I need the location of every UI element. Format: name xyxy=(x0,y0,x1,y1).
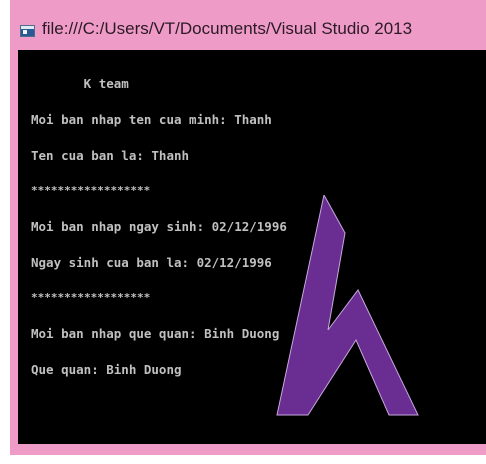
console-text: K team Moi ban nhap ten cua minh: Thanh … xyxy=(31,54,287,400)
window-title: file:///C:/Users/VT/Documents/Visual Stu… xyxy=(42,19,413,38)
window-bottom-border xyxy=(10,444,486,455)
console-line-name-result: Ten cua ban la: Thanh xyxy=(31,148,190,163)
console-window-icon[interactable] xyxy=(20,25,35,37)
console-line-birthdate-result: Ngay sinh cua ban la: 02/12/1996 xyxy=(31,255,272,270)
console-separator: ****************** xyxy=(31,291,151,304)
console-window: file:///C:/Users/VT/Documents/Visual Stu… xyxy=(10,0,486,455)
console-line-header: K team xyxy=(31,76,129,91)
console-output-area[interactable]: K team Moi ban nhap ten cua minh: Thanh … xyxy=(18,50,486,444)
console-line-hometown-result: Que quan: Binh Duong xyxy=(31,362,182,377)
console-line-birthdate-prompt: Moi ban nhap ngay sinh: 02/12/1996 xyxy=(31,219,287,234)
screenshot: file:///C:/Users/VT/Documents/Visual Stu… xyxy=(0,0,486,464)
console-line-name-prompt: Moi ban nhap ten cua minh: Thanh xyxy=(31,112,272,127)
purple-k-logo xyxy=(268,193,428,430)
console-line-hometown-prompt: Moi ban nhap que quan: Binh Duong xyxy=(31,326,280,341)
console-separator: ****************** xyxy=(31,184,151,197)
title-bar[interactable]: file:///C:/Users/VT/Documents/Visual Stu… xyxy=(10,0,486,50)
